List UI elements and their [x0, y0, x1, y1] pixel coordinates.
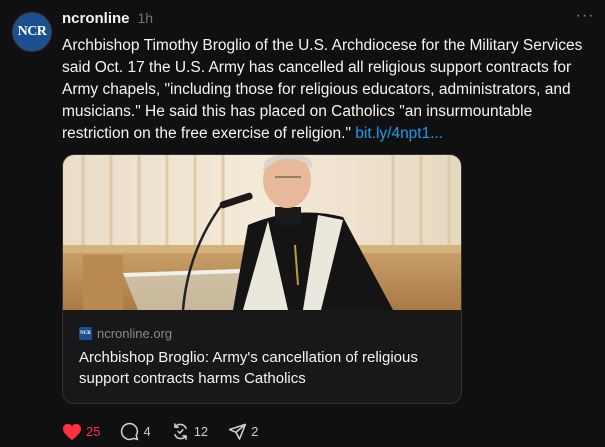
site-domain: ncronline.org [97, 326, 173, 341]
repost-icon [173, 423, 187, 440]
avatar[interactable]: NCR [12, 12, 52, 52]
share-button[interactable]: 2 [228, 422, 258, 441]
post-body: Archbishop Timothy Broglio of the U.S. A… [62, 37, 583, 142]
card-image [63, 155, 461, 310]
avatar-label: NCR [17, 24, 47, 39]
share-count: 2 [251, 424, 259, 439]
reply-count: 4 [143, 424, 151, 439]
comment-icon [121, 422, 139, 441]
send-icon [228, 423, 247, 440]
like-button[interactable]: 25 [62, 423, 100, 441]
card-title[interactable]: Archbishop Broglio: Army's cancellation … [79, 347, 439, 389]
post-text: Archbishop Timothy Broglio of the U.S. A… [62, 35, 597, 145]
card-footer: NCR ncronline.org Archbishop Broglio: Ar… [63, 310, 461, 403]
link-card[interactable]: NCR ncronline.org Archbishop Broglio: Ar… [62, 154, 462, 404]
repost-count: 12 [193, 424, 209, 439]
post-link[interactable]: bit.ly/4npt1... [355, 125, 443, 142]
reply-button[interactable]: 4 [120, 422, 151, 441]
like-count: 25 [86, 424, 101, 439]
site-favicon-icon: NCR [79, 327, 92, 340]
post-header: ncronline 1h [62, 10, 153, 27]
post-time[interactable]: 1h [138, 10, 154, 26]
username[interactable]: ncronline [62, 10, 130, 27]
repost-button[interactable]: 12 [171, 422, 208, 441]
heart-icon [63, 423, 81, 440]
more-options-button[interactable]: ··· [575, 7, 595, 29]
action-bar: 25 4 12 2 [62, 422, 278, 441]
card-site: NCR ncronline.org [79, 326, 172, 341]
more-icon: ··· [575, 7, 595, 24]
